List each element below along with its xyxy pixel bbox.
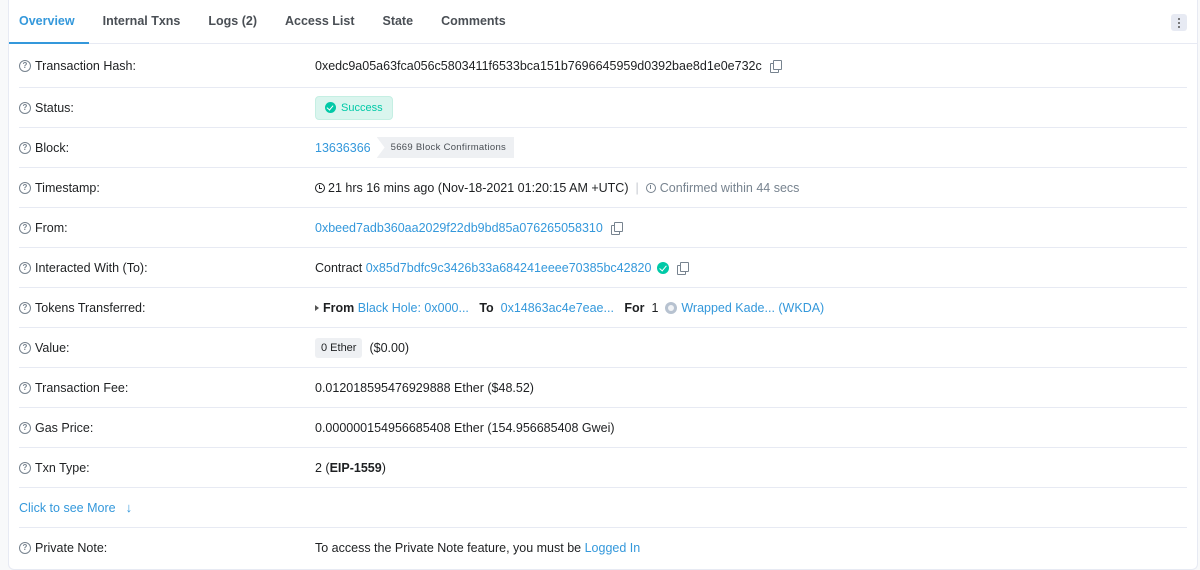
dot-icon bbox=[1178, 25, 1180, 28]
from-label: From: bbox=[35, 220, 68, 235]
dot-icon bbox=[1178, 21, 1180, 24]
tokens-from-label: From bbox=[323, 300, 355, 315]
value-label: Value: bbox=[35, 340, 70, 355]
copy-icon[interactable] bbox=[677, 261, 690, 275]
timestamp-label: Timestamp: bbox=[35, 180, 100, 195]
copy-icon[interactable] bbox=[769, 59, 782, 73]
status-value: Success bbox=[341, 101, 383, 114]
help-icon[interactable]: ? bbox=[19, 59, 31, 72]
tab-access-list[interactable]: Access List bbox=[271, 0, 368, 43]
fee-label: Transaction Fee: bbox=[35, 380, 129, 395]
tx-hash-label: Transaction Hash: bbox=[35, 58, 136, 73]
gas-price-label: Gas Price: bbox=[35, 420, 94, 435]
help-icon[interactable]: ? bbox=[19, 421, 31, 434]
from-address-link[interactable]: 0xbeed7adb360aa2029f22db9bd85a0762650583… bbox=[315, 221, 603, 235]
row-transaction-hash: ? Transaction Hash: 0xedc9a05a63fca056c58… bbox=[19, 44, 1187, 88]
txn-type-label: Txn Type: bbox=[35, 460, 90, 475]
see-more-label: Click to see More bbox=[19, 500, 116, 515]
see-more-toggle[interactable]: Click to see More ↓ bbox=[19, 500, 132, 515]
tab-state[interactable]: State bbox=[368, 0, 427, 43]
help-icon[interactable]: ? bbox=[19, 141, 31, 154]
tokens-label: Tokens Transferred: bbox=[35, 300, 146, 315]
contract-prefix: Contract bbox=[315, 260, 363, 275]
private-note-text: To access the Private Note feature, you … bbox=[315, 541, 582, 555]
block-number-link[interactable]: 13636366 bbox=[315, 141, 371, 155]
tx-hash-value: 0xedc9a05a63fca056c5803411f6533bca151b76… bbox=[315, 58, 762, 73]
transaction-details-card: Overview Internal Txns Logs (2) Access L… bbox=[8, 0, 1198, 570]
help-icon[interactable]: ? bbox=[19, 381, 31, 394]
status-badge: Success bbox=[315, 95, 393, 120]
token-name-link[interactable]: Wrapped Kade... (WKDA) bbox=[681, 301, 824, 315]
check-circle-icon bbox=[325, 102, 336, 113]
timestamp-value: 21 hrs 16 mins ago (Nov-18-2021 01:20:15… bbox=[328, 180, 629, 195]
login-link[interactable]: Logged In bbox=[585, 541, 641, 555]
row-from: ? From: 0xbeed7adb360aa2029f22db9bd85a076… bbox=[19, 208, 1187, 248]
arrow-down-icon: ↓ bbox=[125, 500, 133, 515]
ether-value-badge: 0 Ether bbox=[315, 337, 363, 358]
row-interacted-with: ? Interacted With (To): Contract 0x85d7bd… bbox=[19, 248, 1187, 288]
block-confirmations-badge: 5669 Block Confirmations bbox=[376, 137, 515, 158]
help-icon[interactable]: ? bbox=[19, 261, 31, 274]
txn-type-prefix: 2 ( bbox=[315, 460, 330, 475]
help-icon[interactable]: ? bbox=[19, 181, 31, 194]
fee-value: 0.012018595476929888 Ether ($48.52) bbox=[315, 380, 534, 395]
row-transaction-fee: ? Transaction Fee: 0.012018595476929888 E… bbox=[19, 368, 1187, 408]
more-options-button[interactable] bbox=[1171, 14, 1187, 31]
caret-right-icon bbox=[315, 304, 319, 311]
tokens-from-link[interactable]: Black Hole: 0x000... bbox=[358, 301, 469, 315]
row-value: ? Value: 0 Ether ($0.00) bbox=[19, 328, 1187, 368]
copy-icon[interactable] bbox=[610, 221, 623, 235]
row-gas-price: ? Gas Price: 0.000000154956685408 Ether (… bbox=[19, 408, 1187, 448]
private-note-label: Private Note: bbox=[35, 541, 108, 555]
separator: | bbox=[635, 180, 639, 195]
details-list: ? Transaction Hash: 0xedc9a05a63fca056c58… bbox=[9, 44, 1197, 568]
help-icon[interactable]: ? bbox=[19, 461, 31, 474]
help-icon[interactable]: ? bbox=[19, 341, 31, 354]
row-private-note: ? Private Note: To access the Private Not… bbox=[19, 528, 1187, 568]
help-icon[interactable]: ? bbox=[19, 101, 31, 114]
tokens-for-label: For bbox=[624, 300, 645, 315]
confirmed-within: Confirmed within 44 secs bbox=[659, 180, 800, 195]
row-tokens-transferred: ? Tokens Transferred: From Black Hole: 0x… bbox=[19, 288, 1187, 328]
txn-type-suffix: ) bbox=[381, 460, 386, 475]
row-status: ? Status: Success bbox=[19, 88, 1187, 128]
tab-comments[interactable]: Comments bbox=[427, 0, 520, 43]
verified-check-icon bbox=[657, 261, 670, 274]
tab-internal-txns[interactable]: Internal Txns bbox=[89, 0, 195, 43]
dot-icon bbox=[1178, 17, 1180, 20]
help-icon[interactable]: ? bbox=[19, 221, 31, 234]
value-usd: ($0.00) bbox=[369, 340, 410, 355]
tokens-to-link[interactable]: 0x14863ac4e7eae... bbox=[501, 301, 614, 315]
row-block: ? Block: 13636366 5669 Block Confirmation… bbox=[19, 128, 1187, 168]
token-logo-icon bbox=[665, 301, 678, 314]
tab-overview[interactable]: Overview bbox=[9, 0, 89, 44]
tokens-to-label: To bbox=[479, 300, 494, 315]
stopwatch-icon bbox=[645, 182, 656, 193]
row-timestamp: ? Timestamp: 21 hrs 16 mins ago (Nov-18-2… bbox=[19, 168, 1187, 208]
status-label: Status: bbox=[35, 100, 74, 115]
contract-address-link[interactable]: 0x85d7bdfc9c3426b33a684241eeee70385bc428… bbox=[366, 261, 652, 275]
help-icon[interactable]: ? bbox=[19, 542, 31, 554]
tab-bar: Overview Internal Txns Logs (2) Access L… bbox=[9, 0, 1197, 44]
txn-type-value: EIP-1559 bbox=[329, 460, 382, 475]
help-icon[interactable]: ? bbox=[19, 301, 31, 314]
tab-logs[interactable]: Logs (2) bbox=[194, 0, 271, 43]
gas-price-value: 0.000000154956685408 Ether (154.95668540… bbox=[315, 420, 615, 435]
row-see-more: Click to see More ↓ bbox=[19, 488, 1187, 528]
clock-icon bbox=[315, 182, 325, 193]
to-label: Interacted With (To): bbox=[35, 260, 148, 275]
row-txn-type: ? Txn Type: 2 (EIP-1559) bbox=[19, 448, 1187, 488]
tokens-amount: 1 bbox=[651, 300, 659, 315]
block-label: Block: bbox=[35, 140, 70, 155]
